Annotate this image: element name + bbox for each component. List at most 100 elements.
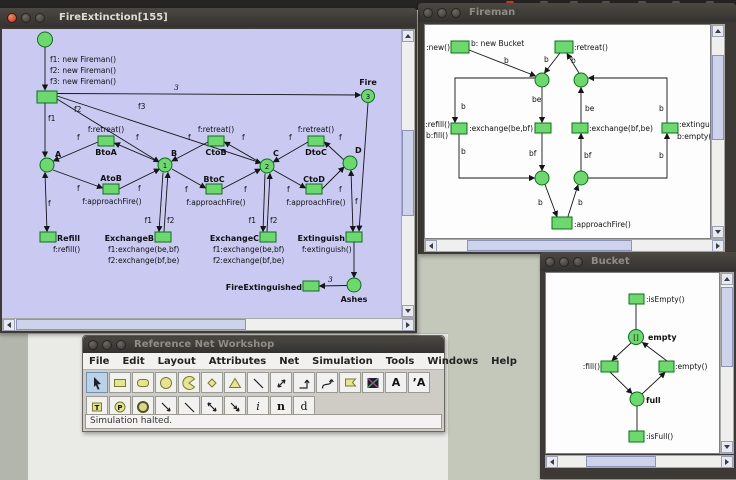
scroll-thumb[interactable] [467, 240, 632, 251]
menu-edit[interactable]: Edit [122, 356, 144, 367]
scroll-thumb[interactable] [16, 319, 246, 330]
workshop-titlebar[interactable]: Reference Net Workshop [83, 336, 444, 353]
menu-help[interactable]: Help [491, 356, 517, 367]
place-name: D [355, 146, 362, 155]
menu-simulation[interactable]: Simulation [312, 356, 373, 367]
place-a[interactable] [39, 157, 55, 173]
fireman-hscrollbar[interactable] [424, 239, 725, 252]
token: 1 [163, 162, 167, 170]
diamond-icon [207, 377, 217, 388]
diamond-tool-button[interactable] [201, 372, 223, 393]
close-button[interactable] [88, 339, 98, 350]
fireman-canvas[interactable]: :new() b: new Bucket :retreat() :refill(… [424, 24, 711, 239]
ellipse-tool-button[interactable] [155, 372, 177, 393]
curve-connection-tool-button[interactable] [316, 372, 338, 393]
bucket-hscrollbar[interactable] [545, 455, 734, 468]
menu-tools[interactable]: Tools [386, 356, 415, 367]
bucket-canvas[interactable]: [] :isEmpty() empty :fill() :empty() ful… [545, 272, 720, 454]
scroll-thumb[interactable] [402, 130, 414, 216]
scroll-thumb[interactable] [586, 456, 656, 467]
transition-fill[interactable] [600, 360, 619, 373]
inscription: f2:exchange(bf,be) [213, 256, 284, 265]
transition-fireextinguished[interactable] [302, 280, 320, 292]
menu-layout[interactable]: Layout [158, 356, 196, 367]
close-button[interactable] [7, 12, 17, 23]
transition-extinguish[interactable] [345, 231, 363, 243]
bucket-net: [] :isEmpty() empty :fill() :empty() ful… [583, 293, 708, 443]
transition-retreat[interactable] [554, 40, 574, 54]
bucket-titlebar[interactable]: Bucket [540, 252, 736, 271]
scroll-thumb[interactable] [712, 55, 724, 140]
transition-name: BtoA [95, 148, 117, 157]
minimize-button[interactable] [437, 7, 447, 18]
maximize-button[interactable] [573, 256, 583, 267]
fireman-titlebar[interactable]: Fireman [418, 3, 736, 22]
arc-label: be [585, 104, 595, 113]
fire-hscrollbar[interactable] [2, 318, 415, 331]
transition-create-firemen[interactable] [36, 90, 58, 104]
transition-btoa[interactable] [97, 135, 115, 147]
fireman-vscrollbar[interactable] [711, 24, 725, 239]
close-button[interactable] [545, 256, 555, 267]
transition-btoc[interactable] [205, 183, 223, 195]
transition-ctob[interactable] [207, 135, 225, 147]
place-bottom-left[interactable] [534, 170, 550, 186]
place-start[interactable] [37, 31, 53, 48]
rounded-rectangle-tool-button[interactable] [132, 372, 154, 393]
elbow-connection-tool-button[interactable] [293, 372, 315, 393]
place-top-left[interactable] [534, 72, 550, 88]
transition-ctod[interactable] [305, 183, 323, 195]
place-ashes[interactable] [346, 277, 362, 293]
diagonal-connection-tool-button[interactable] [270, 372, 292, 393]
menu-file[interactable]: File [89, 356, 109, 367]
transition-dtoc[interactable] [307, 135, 325, 147]
place-full[interactable] [629, 391, 645, 407]
maximize-button[interactable] [451, 7, 461, 18]
connected-text-tool-button[interactable]: ʼA [408, 372, 430, 393]
scroll-thumb[interactable] [721, 287, 733, 367]
polygon-tool-button[interactable] [339, 372, 361, 393]
fire-vscrollbar[interactable] [401, 29, 415, 318]
menu-attributes[interactable]: Attributes [209, 356, 266, 367]
maximize-button[interactable] [35, 12, 45, 23]
transition-exchangeb[interactable] [154, 231, 172, 243]
pie-tool-button[interactable] [178, 372, 200, 393]
text-tool-button[interactable]: A [385, 372, 407, 393]
transition-isempty[interactable] [628, 293, 645, 305]
line-tool-button[interactable] [247, 372, 269, 393]
rectangle-tool-button[interactable] [109, 372, 131, 393]
transition-exchangec[interactable] [259, 231, 277, 243]
maximize-button[interactable] [116, 339, 126, 350]
image-icon [367, 377, 379, 388]
transition-refill[interactable] [450, 122, 468, 135]
transition-isfull[interactable] [628, 430, 645, 443]
double-arrow-icon [277, 378, 286, 388]
menu-windows[interactable]: Windows [427, 356, 478, 367]
image-tool-button[interactable] [362, 372, 384, 393]
fireextinction-canvas[interactable]: 1 2 3 f1: new Fireman() f2: new Fireman(… [2, 29, 401, 318]
transition-extinguish[interactable] [661, 122, 679, 134]
place-d[interactable] [342, 155, 358, 171]
menu-net[interactable]: Net [279, 356, 299, 367]
minimize-button[interactable] [102, 339, 112, 350]
place-top-right[interactable] [573, 72, 589, 88]
place-bottom-right[interactable] [573, 170, 589, 186]
transition-approachfire[interactable] [551, 216, 573, 230]
transition-new[interactable] [450, 40, 470, 54]
triangle-tool-button[interactable] [224, 372, 246, 393]
close-button[interactable] [423, 7, 433, 18]
plain-line-icon [184, 402, 195, 412]
transition-empty[interactable] [658, 360, 675, 373]
inscription: f:refill() [53, 245, 80, 254]
transition-exchange-bf-be[interactable] [571, 122, 589, 134]
arc-label: f [77, 133, 80, 142]
minimize-button[interactable] [559, 256, 569, 267]
transition-atob[interactable] [102, 183, 120, 195]
bucket-vscrollbar[interactable] [720, 272, 734, 454]
minimize-button[interactable] [21, 12, 31, 23]
window-title: Fireman [469, 7, 516, 18]
transition-exchange-be-bf[interactable] [534, 122, 552, 134]
transition-refill[interactable] [39, 231, 57, 243]
fire-titlebar[interactable]: FireExtinction[155] [0, 8, 417, 27]
selection-tool-button[interactable] [86, 372, 108, 393]
